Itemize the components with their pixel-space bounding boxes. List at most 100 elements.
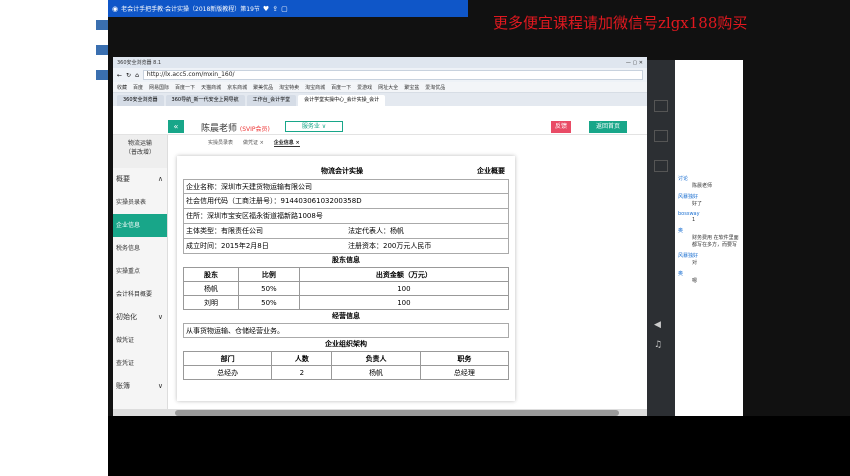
shareholders-title: 股东信息 [332,256,360,264]
desktop-icon[interactable] [96,20,108,30]
founded-date: 成立时间：2015年2月8日 [186,242,269,250]
reload-icon[interactable]: ↻ [126,72,131,79]
content-tab-active[interactable]: 企业信息 × [273,139,300,147]
home-icon[interactable]: ⌂ [135,72,139,79]
column-header: 股东 [182,267,240,282]
sidebar-item[interactable]: 实操员录表 [113,191,167,214]
feedback-button[interactable]: 反馈 [551,121,571,133]
favorites-bar: 收藏 百度 网易国际 百度一下 天猫商城 京东商城 聚美优品 淘宝特卖 淘宝商城… [113,82,647,93]
table-header-row: 股东 比例 出资金额（万元） [182,267,510,282]
url-input[interactable]: http://lx.acc5.com/mxin_160/ [142,70,643,80]
share-icon[interactable]: ⇪ [272,5,278,13]
browser-tab[interactable]: 360安全浏览器 [117,95,164,106]
chat-message: 1 [692,217,696,223]
sidebar-item-label: 账簿 [116,382,130,390]
back-home-button[interactable]: 返回首页 [589,121,627,133]
table-row: 刘明 50% 100 [182,295,510,310]
chat-message: 对 [692,260,698,266]
favorite-item[interactable]: 淘宝特卖 [279,84,299,91]
favorite-item[interactable]: 聚美优品 [253,84,273,91]
live-tools-bar: ◀ ♫ [647,60,675,416]
column-header: 负责人 [331,351,421,366]
window-controls[interactable]: — ▢ ✕ [626,60,643,66]
app-header: « 陈晨老师 (SVIP会员) 服务业 ∨ 反馈 返回首页 [113,117,647,135]
favorite-item[interactable]: 网址大全 [378,84,398,91]
sidebar-group-overview[interactable]: 概要 ∧ [113,168,167,191]
chat-user: 奥 [678,228,684,234]
table-cell: 杨帆 [331,365,421,380]
table-cell: 刘明 [182,295,240,310]
table-cell: 100 [298,295,510,310]
shareholders-table: 股东 比例 出资金额（万元） 杨帆 50% 100 刘明 50% 100 [182,267,510,310]
browser-name: 360安全浏览器 8.1 [117,60,162,66]
chat-message: 陈晨老师 [692,183,713,189]
chevron-down-icon: ∨ [157,382,163,390]
back-icon[interactable]: ← [117,72,122,79]
app-sidebar: 物流运输 （普改增） 概要 ∧ 实操员录表 企业信息 税务信息 实操重点 会计科目… [113,135,168,417]
column-header: 出资金额（万元） [298,267,510,282]
table-cell: 总经办 [182,365,273,380]
main-content: 物流会计实操 企业概要 企业名称：深圳市天建货物运输有限公司 社会信用代码（工商… [175,152,640,417]
chat-message: 好了 [692,201,703,207]
brand-line: 物流运输 [127,140,152,147]
collapse-sidebar-button[interactable]: « [168,120,184,133]
favorite-item[interactable]: 淘宝商城 [305,84,325,91]
business-title: 经营信息 [332,312,360,320]
favorite-item[interactable]: 收藏 [117,84,127,91]
tool-icon[interactable] [654,160,668,172]
chevron-up-icon: ∧ [157,175,163,183]
sidebar-item[interactable]: 税务信息 [113,237,167,260]
document-title: 物流会计实操 [321,167,363,175]
sidebar-group-ledger[interactable]: 账簿 ∨ [113,375,167,398]
table-cell: 总经理 [419,365,510,380]
column-header: 人数 [271,351,333,366]
table-cell: 50% [238,295,300,310]
favorite-item[interactable]: 百度 [133,84,143,91]
favorite-item[interactable]: 爱游戏 [357,84,372,91]
company-address: 住所：深圳市宝安区福永街道福新路1008号 [183,209,509,224]
user-name-text: 陈晨老师 [201,124,238,134]
browser-tab-active[interactable]: 会计学堂实操中心_会计实操_会计 [298,95,386,106]
registered-capital: 注册资本：200万元人民币 [348,242,432,250]
sidebar-item[interactable]: 会计科目概要 [113,283,167,306]
volume-icon[interactable]: ◀ [654,320,668,332]
content-tab[interactable]: 实操员录表 [208,139,233,147]
favorite-item[interactable]: 百度一下 [175,84,195,91]
tool-icon[interactable] [654,100,668,112]
chat-message: 嗯 [692,278,698,284]
table-row: 总经办 2 杨帆 总经理 [182,365,510,380]
column-header: 比例 [238,267,300,282]
tool-icon[interactable] [654,130,668,142]
music-icon[interactable]: ♫ [654,340,668,352]
chat-message: 财务费用 在软件里面 都写在多方，而要写 [692,235,739,248]
org-table: 部门 人数 负责人 职务 总经办 2 杨帆 总经理 [182,351,510,380]
favorite-item[interactable]: 网易国际 [149,84,169,91]
chat-tab[interactable]: 讨论 [678,175,740,182]
favorite-item[interactable]: 天猫商城 [201,84,221,91]
chat-panel: 讨论 陈晨老师 风暴独好 好了 bossway 1 奥 财务费用 在软件里面 都… [675,60,743,416]
sidebar-item[interactable]: 查凭证 [113,352,167,375]
service-dropdown[interactable]: 服务业 ∨ [285,121,343,132]
sidebar-item[interactable]: 实操重点 [113,260,167,283]
desktop-icon[interactable] [96,45,108,55]
favorite-item[interactable]: 爱淘优品 [425,84,445,91]
chat-user: 风暴独好 [678,194,699,200]
browser-tab[interactable]: 360导航_新一代安全上网导航 [165,95,245,106]
content-tab[interactable]: 做凭证 × [243,139,264,147]
heart-icon[interactable]: ♥ [263,5,269,13]
browser-tab[interactable]: 工作台_会计学堂 [246,95,297,106]
desktop-icon[interactable] [96,70,108,80]
sidebar-item[interactable]: 做凭证 [113,329,167,352]
address-bar: ← ↻ ⌂ http://lx.acc5.com/mxin_160/ [113,68,647,82]
business-scope: 从事货物运输、仓储经营业务。 [183,323,509,338]
favorite-item[interactable]: 聚宝盆 [404,84,419,91]
player-title: 老会计手把手教·会计实操（2018新版教程）第19节 [121,6,260,13]
window-icon[interactable]: ▢ [281,5,288,13]
table-cell: 2 [271,365,333,380]
favorite-item[interactable]: 京东商城 [227,84,247,91]
favorite-item[interactable]: 百度一下 [331,84,351,91]
chat-user: 风暴独好 [678,253,699,259]
sidebar-item-company-info[interactable]: 企业信息 [113,214,167,237]
sidebar-group-init[interactable]: 初始化 ∨ [113,306,167,329]
column-header: 部门 [182,351,273,366]
